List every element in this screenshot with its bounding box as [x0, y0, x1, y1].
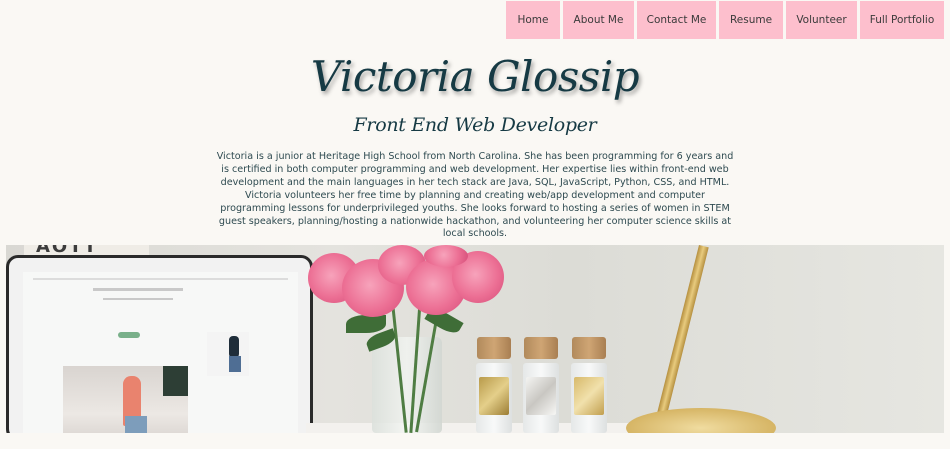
nav-home-link[interactable]: Home — [506, 1, 560, 39]
bio-paragraph: Victoria is a junior at Heritage High Sc… — [216, 151, 734, 240]
laptop-screen — [23, 272, 298, 433]
top-navigation: Home About Me Contact Me Resume Voluntee… — [506, 1, 944, 39]
page-subtitle: Front End Web Developer — [353, 114, 597, 136]
laptop-illustration — [6, 255, 313, 433]
pink-rose — [424, 245, 468, 267]
screen-photo — [63, 366, 188, 433]
screen-text-line — [103, 298, 173, 300]
screen-nav-bar — [33, 278, 288, 280]
screen-photo-person — [229, 336, 239, 358]
screen-photo-person-legs — [229, 356, 241, 372]
leaf — [346, 315, 386, 333]
hero-image: AOTT — [6, 245, 944, 433]
nav-full-portfolio-link[interactable]: Full Portfolio — [860, 1, 944, 39]
nav-resume-link[interactable]: Resume — [719, 1, 783, 39]
screen-photo-small — [207, 332, 249, 376]
vial-contents — [526, 377, 556, 415]
cork-stopper — [477, 337, 511, 359]
cork-stopper — [524, 337, 558, 359]
nav-about-me-link[interactable]: About Me — [563, 1, 634, 39]
screen-photo-person-legs — [125, 416, 147, 433]
page-title: Victoria Glossip — [310, 52, 640, 101]
vial-contents — [479, 377, 509, 415]
screen-button — [118, 332, 140, 338]
screen-text-line — [93, 288, 183, 291]
nav-contact-me-link[interactable]: Contact Me — [637, 1, 716, 39]
vial-contents — [574, 377, 604, 415]
screen-photo-detail — [163, 366, 188, 396]
cork-stopper — [572, 337, 606, 359]
nav-volunteer-link[interactable]: Volunteer — [786, 1, 857, 39]
